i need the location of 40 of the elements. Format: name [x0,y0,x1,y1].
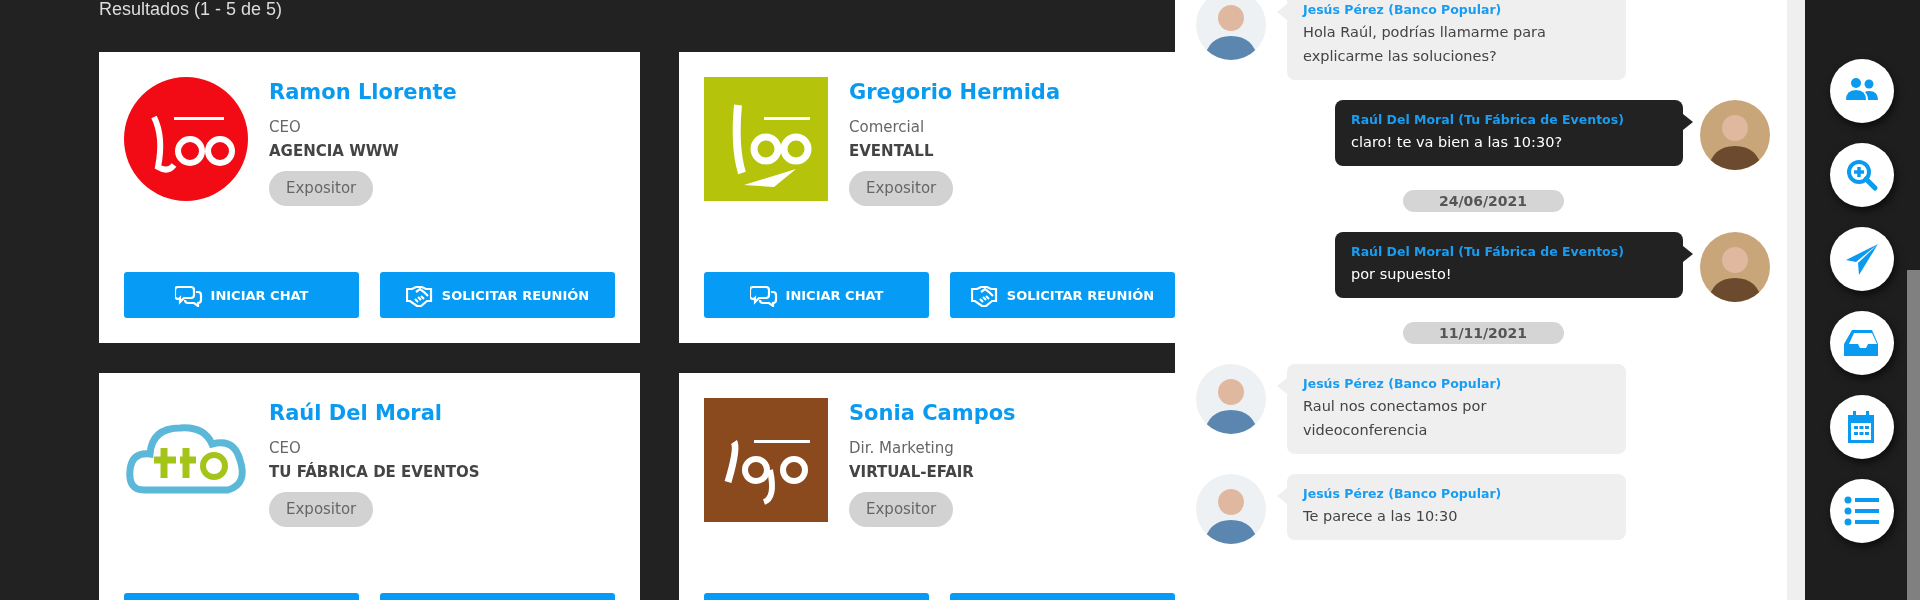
sender-name: Jesús Pérez (Banco Popular) [1303,1,1503,19]
avatar [1196,0,1266,60]
sender-name: Jesús Pérez (Banco Popular) [1303,485,1503,503]
job-title: Comercial [849,117,925,138]
request-meeting-button[interactable]: SOLICITAR REUNIÓN [380,272,615,318]
handshake-icon [970,283,999,307]
list-icon [1843,494,1880,528]
person-name: Ramon Llorente [269,79,457,106]
job-title: CEO [269,438,301,459]
job-title: Dir. Marketing [849,438,954,459]
scrollbar[interactable] [1907,270,1920,600]
handshake-icon [405,283,434,307]
sender-name: Raúl Del Moral (Tu Fábrica de Eventos) [1351,111,1625,129]
role-badge: Expositor [849,171,954,206]
message-text: Te parece a las 10:30 [1303,507,1459,526]
company-name: AGENCIA WWW [269,141,399,162]
start-chat-button[interactable]: INICIAR CHAT [704,272,929,318]
company-name: VIRTUAL-EFAIR [849,462,974,483]
message-text: Raul nos conectamos por videoconferencia [1303,397,1488,440]
date-separator: 24/06/2021 [1402,190,1564,212]
company-name: TU FÁBRICA DE EVENTOS [269,461,480,483]
role-badge: Expositor [269,171,374,206]
person-name: Gregorio Hermida [849,79,1061,106]
message-text: claro! te va bien a las 10:30? [1351,133,1564,152]
start-chat-button[interactable]: INICIAR CHAT [124,272,359,318]
request-meeting-button[interactable]: SOLICITAR REUNIÓN [950,272,1175,318]
message-text: Hola Raúl, podrías llamarme para explicarme las soluciones? [1303,23,1547,66]
message-text: por supuesto! [1351,265,1453,284]
person-name: Raúl Del Moral [269,400,443,427]
sender-name: Raúl Del Moral (Tu Fábrica de Eventos) [1351,243,1625,261]
job-title: CEO [269,117,301,138]
role-badge: Expositor [269,492,374,527]
date-separator: 11/11/2021 [1402,322,1564,344]
chat-icon [749,283,778,307]
person-name: Sonia Campos [849,400,1016,427]
sender-name: Jesús Pérez (Banco Popular) [1303,375,1503,393]
chat-icon [174,283,203,307]
role-badge: Expositor [849,492,954,527]
company-name: EVENTALL [849,141,934,162]
results-count: Resultados (1 - 5 de 5) [99,0,283,21]
